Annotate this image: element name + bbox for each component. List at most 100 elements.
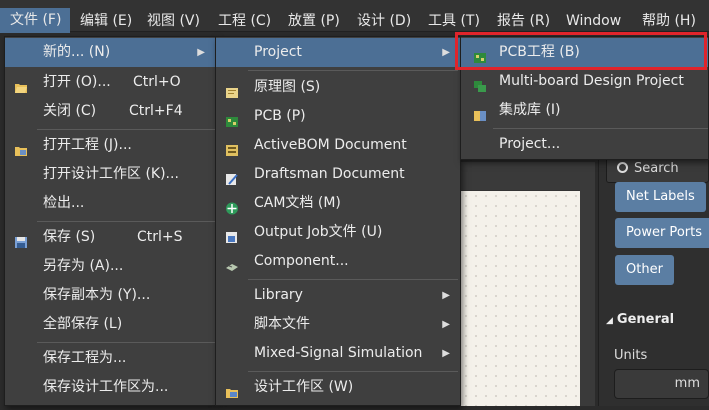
save-copy-label: 保存副本为 (Y)... <box>43 287 151 303</box>
save-workspace-as-label: 保存设计工作区为... <box>43 379 169 395</box>
library-label: Library <box>254 287 303 303</box>
draftsman-label: Draftsman Document <box>254 166 405 182</box>
pcb-doc-icon <box>225 110 239 127</box>
file-menu-open-workspace[interactable]: 打开设计工作区 (K)... <box>5 160 215 189</box>
menu-file[interactable]: 文件 (F) <box>0 8 70 33</box>
new-submenu-workspace[interactable]: 设计工作区 (W) <box>216 373 460 402</box>
close-label: 关闭 (C) <box>43 103 97 119</box>
mixed-signal-label: Mixed-Signal Simulation <box>254 345 423 361</box>
menu-separator <box>37 221 215 222</box>
project-submenu-intlib[interactable]: 集成库 (I) <box>461 96 708 125</box>
outputjob-label: Output Job文件 (U) <box>254 224 383 240</box>
file-menu: 新的... (N) ▶ 打开 (O)... Ctrl+O 关闭 (C) Ctrl+F4… <box>4 36 216 406</box>
checkout-label: 检出... <box>43 195 85 211</box>
component-icon <box>225 255 239 271</box>
project-dialog-label: Project... <box>499 136 561 152</box>
file-menu-new[interactable]: 新的... (N) ▶ <box>5 38 215 67</box>
open-shortcut: Ctrl+O <box>133 74 181 90</box>
file-menu-close[interactable]: 关闭 (C) Ctrl+F4 <box>5 97 215 126</box>
general-section-title: General <box>616 312 675 327</box>
new-submenu-outputjob[interactable]: Output Job文件 (U) <box>216 218 460 247</box>
open-project-icon <box>14 139 28 156</box>
power-ports-chip[interactable]: Power Ports <box>615 218 709 248</box>
activebom-label: ActiveBOM Document <box>254 137 407 153</box>
new-submenu-cam[interactable]: CAM文档 (M) <box>216 189 460 218</box>
menu-edit[interactable]: 编辑 (E) <box>80 9 132 33</box>
general-section-header[interactable]: ◢ General <box>606 312 674 327</box>
schematic-doc-icon <box>225 81 239 98</box>
menu-separator <box>248 279 458 280</box>
project-label: Project <box>254 44 302 60</box>
menu-place[interactable]: 放置 (P) <box>288 9 340 33</box>
file-menu-save-all[interactable]: 全部保存 (L) <box>5 310 215 339</box>
file-menu-save-project-as[interactable]: 保存工程为... <box>5 344 215 373</box>
file-menu-save-copy[interactable]: 保存副本为 (Y)... <box>5 281 215 310</box>
menu-design[interactable]: 设计 (D) <box>357 9 411 33</box>
multiboard-label: Multi-board Design Project <box>499 73 684 89</box>
new-submenu-script[interactable]: 脚本文件 ▶ <box>216 310 460 339</box>
submenu-arrow-icon: ▶ <box>442 348 450 359</box>
new-submenu-draftsman[interactable]: Draftsman Document <box>216 160 460 189</box>
save-shortcut: Ctrl+S <box>137 229 183 245</box>
menu-view[interactable]: 视图 (V) <box>147 9 200 33</box>
new-submenu-schematic[interactable]: 原理图 (S) <box>216 73 460 102</box>
multiboard-icon <box>473 75 487 92</box>
script-label: 脚本文件 <box>254 316 310 332</box>
open-label: 打开 (O)... <box>43 74 111 90</box>
save-label: 保存 (S) <box>43 229 96 245</box>
menu-project[interactable]: 工程 (C) <box>218 9 271 33</box>
search-placeholder: Search <box>634 161 679 176</box>
file-menu-save-as[interactable]: 另存为 (A)... <box>5 252 215 281</box>
new-label: 新的... (N) <box>43 44 111 60</box>
workspace-icon <box>225 381 239 398</box>
close-shortcut: Ctrl+F4 <box>129 103 183 119</box>
project-submenu-project-dialog[interactable]: Project... <box>461 130 708 159</box>
menu-window[interactable]: Window <box>566 9 621 33</box>
new-submenu-library[interactable]: Library ▶ <box>216 281 460 310</box>
menu-help[interactable]: 帮助 (H) <box>642 9 696 33</box>
workspace-label: 设计工作区 (W) <box>254 379 354 395</box>
component-label: Component... <box>254 253 349 269</box>
menu-separator <box>248 371 458 372</box>
file-menu-open[interactable]: 打开 (O)... Ctrl+O <box>5 68 215 97</box>
file-menu-save[interactable]: 保存 (S) Ctrl+S <box>5 223 215 252</box>
menu-separator <box>493 128 708 129</box>
net-labels-chip[interactable]: Net Labels <box>615 182 706 212</box>
submenu-arrow-icon: ▶ <box>442 290 450 301</box>
file-menu-checkout[interactable]: 检出... <box>5 189 215 218</box>
highlight-callout-box <box>455 32 707 70</box>
menu-separator <box>37 342 215 343</box>
units-select[interactable]: mm <box>614 369 709 399</box>
other-chip[interactable]: Other <box>615 255 674 285</box>
cam-label: CAM文档 (M) <box>254 195 341 211</box>
activebom-icon <box>225 139 239 156</box>
new-submenu-component[interactable]: Component... <box>216 247 460 276</box>
save-as-label: 另存为 (A)... <box>43 258 124 274</box>
open-workspace-label: 打开设计工作区 (K)... <box>43 166 179 182</box>
menu-bar: 文件 (F) 编辑 (E) 视图 (V) 工程 (C) 放置 (P) 设计 (D… <box>0 0 709 33</box>
file-menu-open-project[interactable]: 打开工程 (J)... <box>5 131 215 160</box>
collapse-triangle-icon: ◢ <box>606 316 613 326</box>
menu-reports[interactable]: 报告 (R) <box>497 9 550 33</box>
submenu-arrow-icon: ▶ <box>442 47 450 58</box>
schematic-label: 原理图 (S) <box>254 79 321 95</box>
intlib-label: 集成库 (I) <box>499 102 561 118</box>
file-menu-save-workspace-as[interactable]: 保存设计工作区为... <box>5 373 215 402</box>
new-submenu-pcb[interactable]: PCB (P) <box>216 102 460 131</box>
project-submenu-multiboard[interactable]: Multi-board Design Project <box>461 67 708 96</box>
menu-tools[interactable]: 工具 (T) <box>428 9 480 33</box>
new-submenu-project[interactable]: Project ▶ <box>216 38 460 67</box>
open-project-label: 打开工程 (J)... <box>43 137 132 153</box>
save-disk-icon <box>14 231 28 248</box>
new-submenu-activebom[interactable]: ActiveBOM Document <box>216 131 460 160</box>
pcb-label: PCB (P) <box>254 108 306 124</box>
save-all-label: 全部保存 (L) <box>43 316 123 332</box>
menu-separator <box>248 70 458 71</box>
submenu-arrow-icon: ▶ <box>197 47 205 58</box>
draftsman-icon <box>225 168 239 185</box>
menu-separator <box>37 129 215 130</box>
open-folder-icon <box>14 76 28 93</box>
new-submenu-mixed-signal[interactable]: Mixed-Signal Simulation ▶ <box>216 339 460 368</box>
submenu-arrow-icon: ▶ <box>442 319 450 330</box>
integrated-library-icon <box>473 104 487 121</box>
